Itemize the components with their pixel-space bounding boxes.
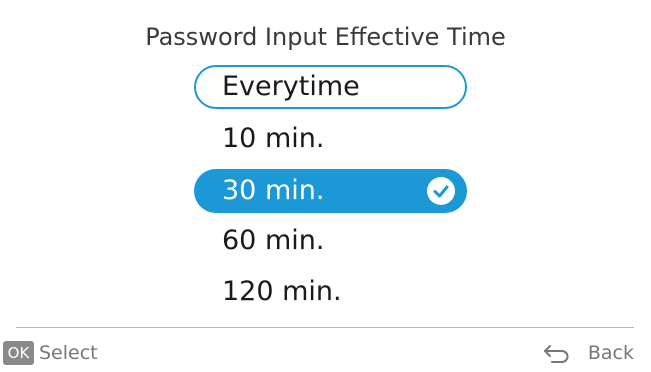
footer-divider [16, 327, 634, 328]
back-button[interactable]: Back [542, 341, 634, 365]
select-label: Select [39, 342, 98, 364]
check-circle-icon [427, 177, 455, 205]
option-label: 30 min. [222, 175, 325, 206]
option-label: 60 min. [222, 225, 325, 256]
option-10-min[interactable]: 10 min. [194, 117, 467, 161]
option-list: Everytime 10 min. 30 min. 60 min. 120 mi… [0, 0, 651, 330]
option-everytime[interactable]: Everytime [194, 65, 467, 109]
password-effective-time-screen: Password Input Effective Time Everytime … [0, 0, 651, 372]
option-label: 120 min. [222, 276, 342, 307]
option-120-min[interactable]: 120 min. [194, 270, 467, 314]
back-arrow-icon [542, 343, 572, 367]
back-label: Back [587, 342, 634, 364]
option-label: Everytime [222, 71, 360, 102]
option-60-min[interactable]: 60 min. [194, 219, 467, 263]
option-30-min[interactable]: 30 min. [194, 169, 467, 213]
option-label: 10 min. [222, 123, 325, 154]
ok-key-badge: OK [3, 341, 34, 365]
